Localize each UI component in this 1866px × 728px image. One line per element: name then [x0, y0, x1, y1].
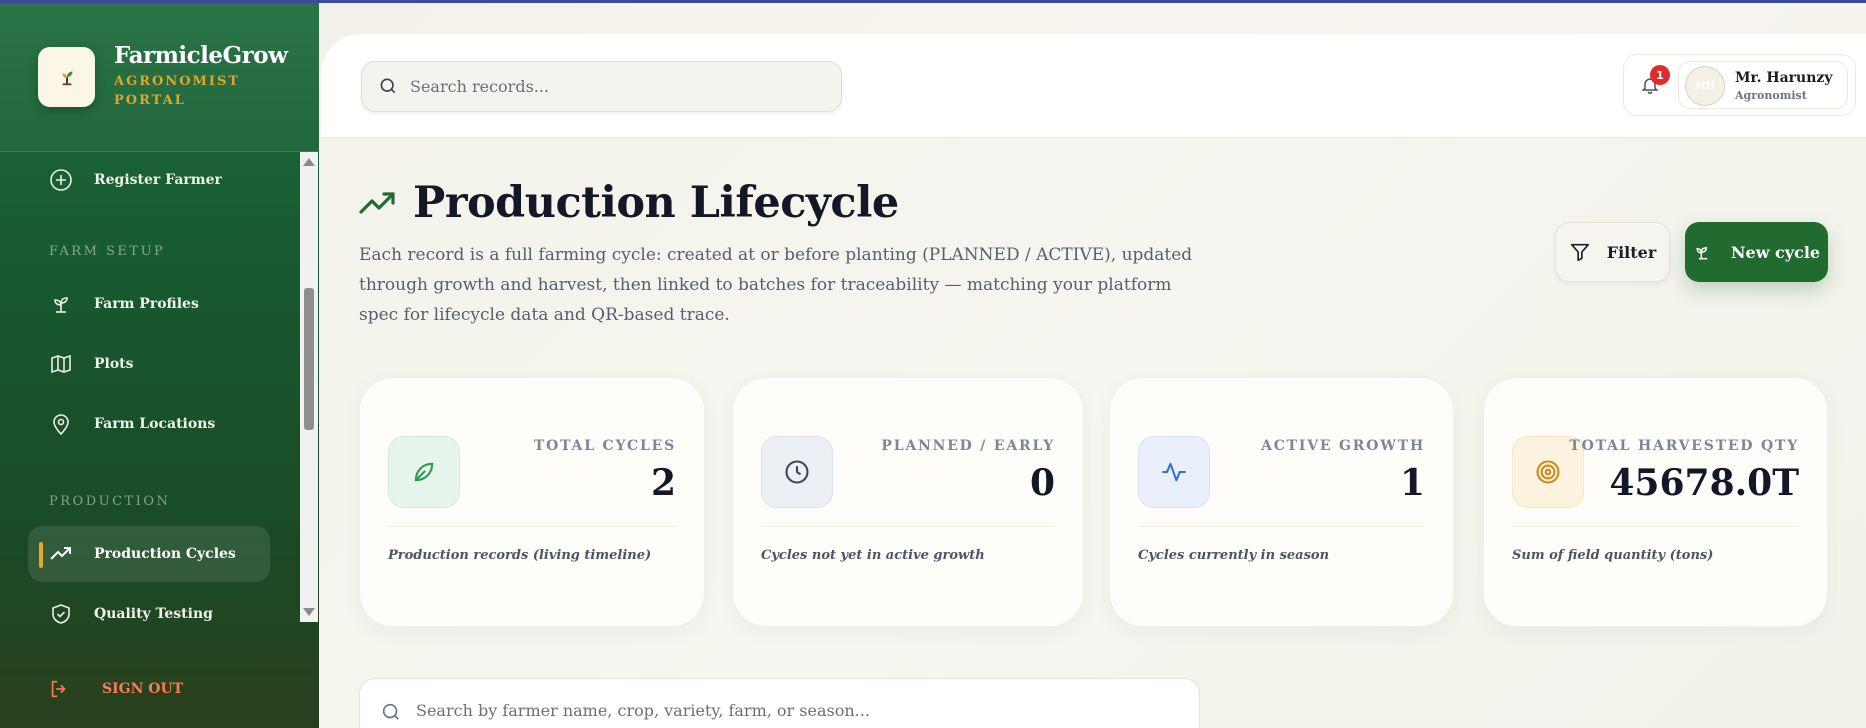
sidebar-item-label: Production Cycles	[94, 546, 236, 562]
sidebar-item-label: Farm Profiles	[94, 296, 199, 312]
sidebar-item-production-cycles[interactable]: Production Cycles	[28, 526, 270, 582]
notification-badge: 1	[1650, 65, 1670, 85]
stat-card-total-harvested: TOTAL HARVESTED QTY 45678.0T Sum of fiel…	[1483, 377, 1828, 627]
stat-value: 45678.0T	[1609, 462, 1799, 504]
sidebar-item-label: Register Farmer	[94, 172, 222, 188]
card-divider	[388, 526, 676, 527]
brand-header: FarmicleGrow AGRONOMIST PORTAL	[0, 0, 319, 152]
user-name: Mr. Harunzy	[1735, 70, 1833, 86]
scrollbar-thumb[interactable]	[304, 288, 314, 430]
brand-name: FarmicleGrow	[114, 42, 288, 69]
new-cycle-label: New cycle	[1730, 242, 1821, 262]
top-bar: 1 MH Mr. Harunzy Agronomist	[321, 34, 1866, 138]
page-description: Each record is a full farming cycle: cre…	[359, 245, 1193, 325]
card-divider	[761, 526, 1055, 527]
sidebar-item-label: Quality Testing	[94, 606, 213, 622]
user-area: 1 MH Mr. Harunzy Agronomist	[1623, 54, 1856, 116]
sidebar-item-plots[interactable]: Plots	[28, 336, 270, 392]
scroll-up-arrow-icon[interactable]	[303, 158, 315, 166]
sidebar-nav: Register Farmer FARM SETUP Farm Profiles…	[0, 152, 300, 624]
user-role: Agronomist	[1735, 89, 1807, 102]
card-divider	[1512, 526, 1799, 527]
main-content: 1 MH Mr. Harunzy Agronomist Production L…	[319, 0, 1866, 728]
stat-label: ACTIVE GROWTH	[1261, 438, 1425, 454]
sidebar: FarmicleGrow AGRONOMIST PORTAL Register …	[0, 0, 319, 728]
stat-note: Cycles currently in season	[1138, 548, 1330, 563]
plus-circle-icon	[48, 167, 74, 193]
search-icon	[380, 701, 402, 723]
stat-label: TOTAL CYCLES	[533, 438, 676, 454]
filter-button[interactable]: Filter	[1555, 222, 1670, 282]
clock-icon	[761, 436, 833, 508]
filter-icon	[1569, 241, 1591, 263]
brand-subtitle: AGRONOMIST PORTAL	[114, 74, 241, 108]
sidebar-item-label: Farm Locations	[94, 416, 216, 432]
section-farm-setup: FARM SETUP	[49, 244, 166, 259]
stat-card-planned-early: PLANNED / EARLY 0 Cycles not yet in acti…	[732, 377, 1084, 627]
log-out-icon	[48, 676, 74, 702]
brand-logo[interactable]	[38, 47, 95, 107]
stat-value: 0	[1029, 462, 1055, 504]
sidebar-item-farm-profiles[interactable]: Farm Profiles	[28, 276, 270, 332]
sidebar-item-quality-testing[interactable]: Quality Testing	[28, 586, 270, 642]
section-production: PRODUCTION	[49, 494, 171, 509]
trending-up-icon	[48, 541, 74, 567]
leaf-icon	[388, 436, 460, 508]
scroll-down-arrow-icon[interactable]	[303, 608, 315, 616]
page-header: Production Lifecycle	[359, 178, 899, 228]
stat-card-total-cycles: TOTAL CYCLES 2 Production records (livin…	[359, 377, 705, 627]
map-icon	[48, 351, 74, 377]
sprout-logo-icon	[61, 71, 72, 86]
stat-note: Sum of field quantity (tons)	[1512, 548, 1714, 563]
stat-label: TOTAL HARVESTED QTY	[1569, 438, 1799, 454]
stat-card-active-growth: ACTIVE GROWTH 1 Cycles currently in seas…	[1109, 377, 1454, 627]
trending-up-icon	[359, 188, 397, 218]
avatar: MH	[1685, 66, 1725, 106]
map-pin-icon	[48, 411, 74, 437]
sidebar-scrollbar[interactable]	[300, 152, 318, 622]
stat-note: Production records (living timeline)	[388, 548, 652, 563]
stat-note: Cycles not yet in active growth	[761, 548, 985, 563]
cycle-search-input[interactable]	[416, 701, 1116, 720]
activity-icon	[1138, 436, 1210, 508]
stat-label: PLANNED / EARLY	[881, 438, 1055, 454]
global-search[interactable]	[361, 61, 842, 112]
filter-label: Filter	[1606, 242, 1657, 262]
stat-value: 2	[650, 462, 676, 504]
global-search-input[interactable]	[410, 77, 810, 96]
sidebar-item-label: Plots	[94, 356, 134, 372]
sidebar-item-register-farmer[interactable]: Register Farmer	[28, 152, 270, 208]
card-divider	[1138, 526, 1425, 527]
search-icon	[378, 76, 400, 98]
sign-out-button[interactable]: SIGN OUT	[48, 676, 183, 702]
window-top-border	[0, 0, 1866, 3]
cycle-search[interactable]	[359, 678, 1200, 728]
stat-value: 1	[1399, 462, 1425, 504]
user-menu[interactable]: MH Mr. Harunzy Agronomist	[1678, 61, 1848, 109]
sidebar-item-farm-locations[interactable]: Farm Locations	[28, 396, 270, 452]
sprout-icon	[1693, 242, 1713, 262]
sign-out-label: SIGN OUT	[102, 681, 184, 697]
sprout-icon	[48, 291, 74, 317]
page-title: Production Lifecycle	[413, 178, 899, 228]
new-cycle-button[interactable]: New cycle	[1685, 222, 1828, 282]
shield-check-icon	[48, 601, 74, 627]
